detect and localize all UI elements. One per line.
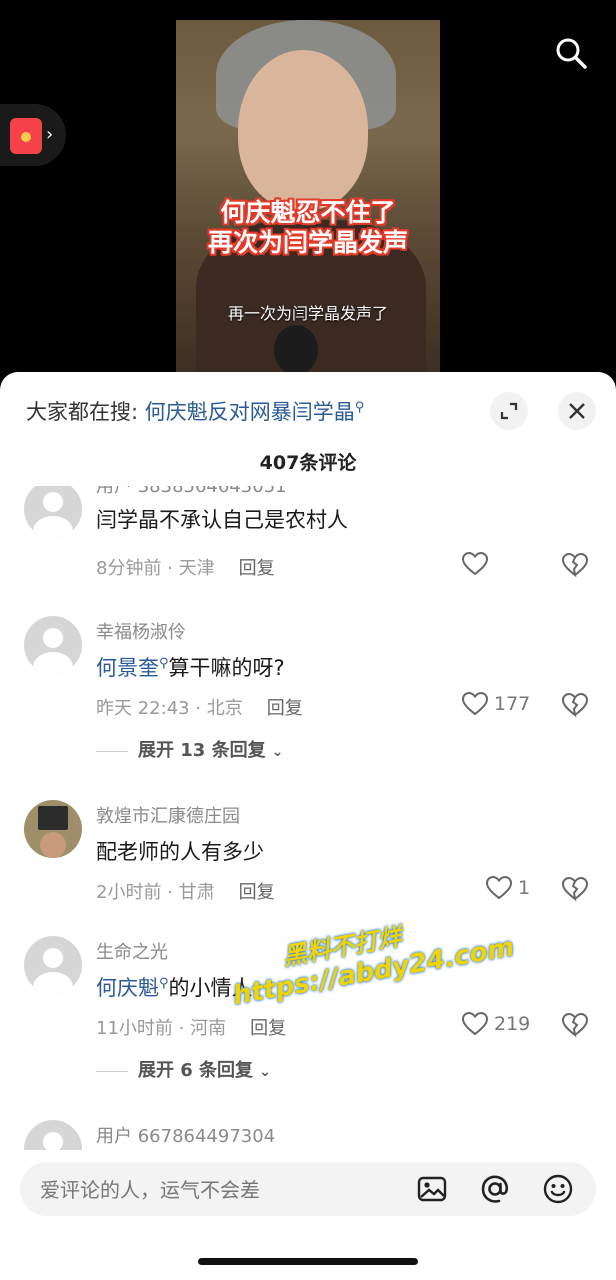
red-envelope-icon (10, 118, 42, 154)
heart-icon (462, 552, 488, 576)
expand-replies-button[interactable]: 展开 13 条回复 ⌄ (96, 736, 283, 762)
broken-heart-icon (561, 692, 589, 718)
video-person-face (238, 50, 368, 210)
avatar[interactable] (24, 486, 82, 538)
comment-username[interactable]: 用户 3838564643051 (96, 486, 287, 498)
at-icon[interactable] (479, 1173, 511, 1205)
comment-meta: 8分钟前 · 天津 回复 (96, 554, 275, 580)
comment-time-location: 8分钟前 · 天津 (96, 558, 215, 579)
hot-search-keyword[interactable]: 何庆魁反对网暴闫学晶 (145, 400, 355, 424)
avatar[interactable] (24, 616, 82, 674)
home-indicator[interactable] (198, 1258, 418, 1265)
heart-icon (462, 692, 488, 716)
comment-time-location: 昨天 22:43 · 北京 (96, 698, 243, 719)
chevron-down-icon: ⌄ (271, 744, 284, 760)
dislike-button[interactable] (561, 876, 589, 905)
comment-meta: 昨天 22:43 · 北京 回复 (96, 694, 303, 720)
like-button[interactable] (462, 552, 488, 576)
search-icon: ⚲ (159, 976, 169, 991)
video-overlay-title: 何庆魁忍不住了 再次为闫学晶发声 (186, 198, 430, 258)
expand-icon (500, 402, 518, 420)
reply-button[interactable]: 回复 (239, 558, 275, 579)
video-subtitle: 再一次为闫学晶发声了 (227, 304, 388, 323)
comment-link[interactable]: 何庆魁 (96, 976, 159, 1000)
like-button[interactable]: 177 (462, 692, 530, 716)
comment-text: 配老师的人有多少 (96, 840, 264, 864)
red-envelope-button[interactable]: › (0, 104, 66, 166)
dislike-button[interactable] (561, 692, 589, 721)
video-overlay-title-line2: 再次为闫学晶发声 (207, 228, 408, 257)
reply-button[interactable]: 回复 (239, 882, 275, 903)
comment-sheet-header: 大家都在搜: 何庆魁反对网暴闫学晶⚲ (0, 372, 616, 452)
video-overlay-title-line1: 何庆魁忍不住了 (220, 198, 396, 227)
like-button[interactable]: 1 (486, 876, 530, 900)
like-count: 1 (518, 877, 531, 899)
comment-username[interactable]: 生命之光 (96, 938, 168, 964)
comment-input[interactable] (38, 1162, 402, 1218)
hot-search-prefix: 大家都在搜: (26, 400, 139, 424)
expand-replies-label: 展开 13 条回复 (138, 740, 266, 761)
video-area[interactable]: 何庆魁忍不住了 再次为闫学晶发声 再一次为闫学晶发声了 › (0, 0, 616, 400)
search-icon: ⚲ (354, 400, 365, 415)
microphone (274, 325, 318, 375)
comment-time-location: 2小时前 · 甘肃 (96, 882, 215, 903)
like-count: 177 (494, 693, 531, 715)
dislike-button[interactable] (561, 1012, 589, 1041)
expand-button[interactable] (490, 392, 528, 430)
comment-text-body: 算干嘛的呀? (168, 656, 285, 680)
avatar[interactable] (24, 800, 82, 858)
like-count: 219 (494, 1013, 531, 1035)
search-icon[interactable] (554, 36, 588, 70)
comment-link[interactable]: 何景奎 (96, 656, 159, 680)
expand-replies-label: 展开 6 条回复 (138, 1060, 254, 1081)
comment-meta: 2小时前 · 甘肃 回复 (96, 878, 275, 904)
reply-button[interactable]: 回复 (250, 1018, 286, 1039)
comment-list[interactable]: 用户 3838564643051 闫学晶不承认自己是农村人 8分钟前 · 天津回… (0, 486, 616, 1150)
chevron-down-icon: ⌄ (259, 1064, 271, 1080)
like-button[interactable]: 219 (462, 1012, 530, 1036)
heart-icon (486, 876, 512, 900)
comment-username[interactable]: 幸福杨淑伶 (96, 618, 186, 644)
comment-username[interactable]: 敦煌市汇康德庄园 (96, 802, 240, 828)
comment-time-location: 11小时前 · 河南 (96, 1018, 227, 1039)
hot-search[interactable]: 大家都在搜: 何庆魁反对网暴闫学晶⚲ (26, 396, 364, 426)
chevron-right-icon: › (46, 124, 54, 145)
comment-meta: 11小时前 · 河南 回复 (96, 1014, 286, 1040)
broken-heart-icon (561, 1012, 589, 1038)
avatar[interactable] (24, 936, 82, 994)
broken-heart-icon (561, 876, 589, 902)
comment-username[interactable]: 用户 667864497304 (96, 1122, 275, 1148)
dislike-button[interactable] (561, 552, 589, 581)
divider (96, 1070, 128, 1072)
comment-count: 407条评论 (259, 452, 357, 474)
divider (96, 750, 128, 752)
comment-text: 闫学晶不承认自己是农村人 (96, 508, 348, 532)
broken-heart-icon (561, 552, 589, 578)
comment-sheet: 大家都在搜: 何庆魁反对网暴闫学晶⚲ 407条评论 用户 38385646430… (0, 372, 616, 1280)
comment-text: 何景奎⚲算干嘛的呀? (96, 652, 285, 682)
image-icon[interactable] (416, 1173, 448, 1205)
emoji-icon[interactable] (542, 1173, 574, 1205)
close-button[interactable] (558, 392, 596, 430)
heart-icon (462, 1012, 488, 1036)
reply-button[interactable]: 回复 (267, 698, 303, 719)
search-icon: ⚲ (159, 656, 169, 671)
avatar[interactable] (24, 1120, 82, 1150)
expand-replies-button[interactable]: 展开 6 条回复 ⌄ (96, 1056, 271, 1082)
video-frame[interactable]: 何庆魁忍不住了 再次为闫学晶发声 再一次为闫学晶发声了 (176, 20, 440, 380)
close-icon (569, 403, 585, 419)
comment-input-bar (20, 1162, 596, 1218)
